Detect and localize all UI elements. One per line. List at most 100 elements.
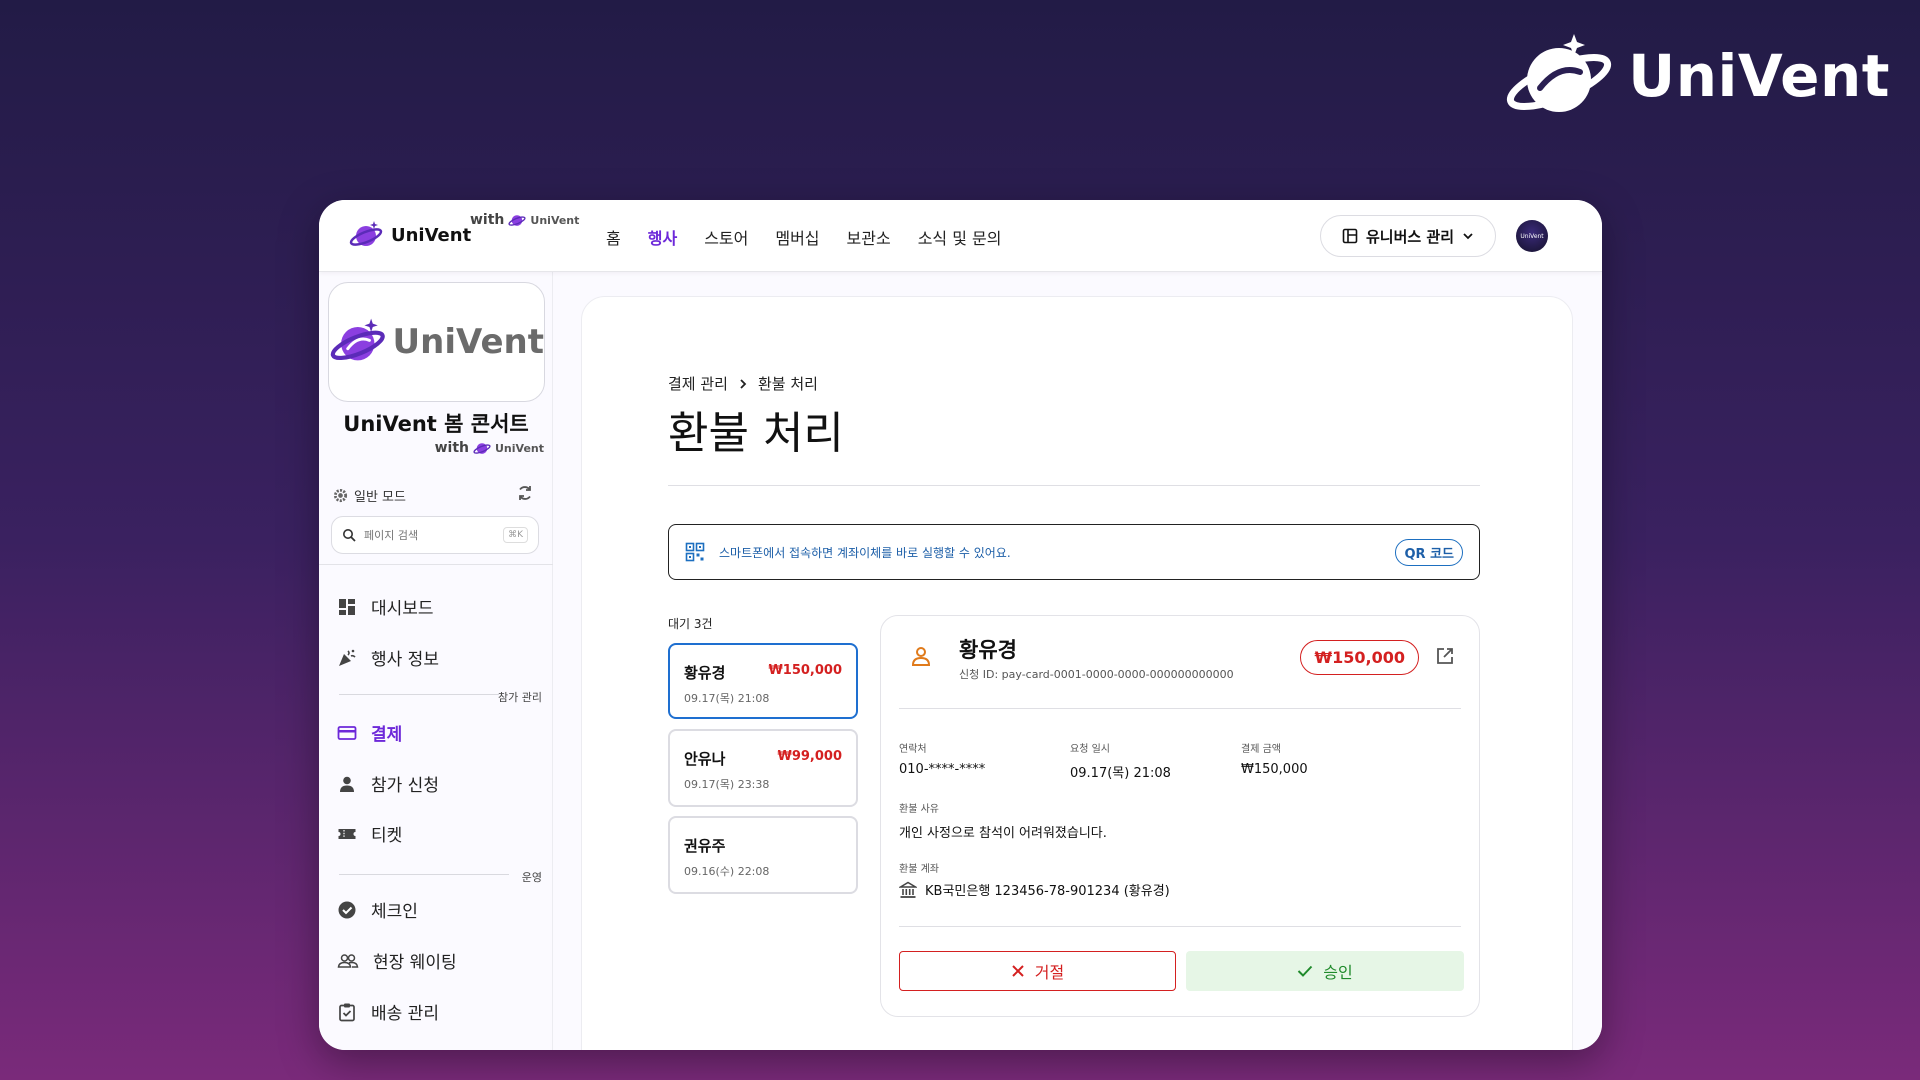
search-shortcut: ⌘K	[503, 527, 528, 543]
refresh-icon	[519, 486, 531, 500]
refund-request-item[interactable]: 권유주 09.16(수) 22:08	[668, 816, 858, 894]
credit-card-icon	[337, 725, 357, 740]
refund-request-item[interactable]: 황유경 ₩150,000 09.17(목) 21:08	[668, 643, 858, 719]
payment-amount-label: 결제 금액	[1241, 744, 1281, 755]
refund-account-value: KB국민은행 123456-78-901234 (황유경)	[925, 884, 1170, 899]
nav-archive[interactable]: 보관소	[847, 225, 891, 249]
nav-events[interactable]: 행사	[648, 225, 677, 249]
request-name: 황유경	[684, 664, 726, 682]
event-logo: UniVent	[328, 282, 545, 402]
approve-label: 승인	[1323, 963, 1353, 982]
contact-label: 연락처	[899, 744, 927, 755]
sidebar-item-ticket[interactable]: 티켓	[337, 821, 402, 846]
detail-divider	[899, 708, 1461, 709]
refund-reason-value: 개인 사정으로 참석이 어려워졌습니다.	[899, 826, 1107, 841]
sidebar-item-dashboard[interactable]: 대시보드	[337, 594, 434, 619]
page-title: 환불 처리	[668, 408, 844, 459]
check-circle-icon	[338, 901, 356, 918]
nav-home[interactable]: 홈	[606, 225, 621, 249]
planet-logo-icon	[508, 215, 526, 226]
nav-store[interactable]: 스토어	[704, 225, 748, 249]
gear-icon	[333, 488, 348, 503]
banner-message: 스마트폰에서 접속하면 계좌이체를 바로 실행할 수 있어요.	[719, 545, 1011, 560]
sidebar-item-payment[interactable]: 결제	[337, 720, 402, 745]
sidebar-item-registration[interactable]: 참가 신청	[337, 771, 439, 796]
planet-logo-icon	[1507, 34, 1612, 112]
planet-logo-icon	[473, 443, 491, 454]
user-avatar[interactable]: UniVent	[1516, 220, 1548, 252]
page-search-input[interactable]	[364, 528, 484, 542]
request-name: 안유나	[684, 750, 726, 768]
reject-label: 거절	[1034, 963, 1065, 982]
with-label: with	[434, 440, 469, 456]
brand-corner-logo: UniVent	[1504, 30, 1890, 122]
qr-code-button[interactable]: QR 코드	[1395, 538, 1463, 566]
mode-toggle[interactable]: 일반 모드	[333, 486, 406, 505]
group-icon	[337, 953, 359, 968]
qr-code-icon	[685, 542, 705, 562]
request-time-label: 요청 일시	[1070, 744, 1110, 755]
request-date: 09.16(수) 22:08	[684, 865, 770, 878]
payment-amount-value: ₩150,000	[1241, 762, 1308, 777]
chevron-down-icon	[1463, 233, 1473, 240]
planet-logo-icon	[330, 318, 385, 361]
event-with-brand: with UniVent	[435, 440, 544, 456]
search-icon	[343, 529, 356, 542]
layout-icon	[1342, 228, 1358, 244]
group-label-participation: 참가 관리	[498, 691, 542, 704]
detail-divider	[899, 926, 1461, 927]
check-icon	[1298, 965, 1313, 977]
close-icon	[1012, 965, 1024, 977]
page-search[interactable]: ⌘K	[331, 516, 539, 554]
nav-news[interactable]: 소식 및 문의	[918, 225, 1002, 249]
refund-request-item[interactable]: 안유나 ₩99,000 09.17(목) 23:38	[668, 729, 858, 807]
group-divider	[339, 694, 499, 695]
request-name: 권유주	[684, 837, 726, 855]
group-divider	[339, 874, 509, 875]
main-content: 결제 관리 환불 처리 환불 처리 스마트폰에서 접속하면 계좌이체를 바로 실…	[553, 272, 1602, 1050]
requester-name: 황유경	[959, 638, 1017, 662]
avatar-text: UniVent	[1520, 232, 1544, 240]
reject-button[interactable]: 거절	[899, 951, 1176, 991]
refresh-button[interactable]	[516, 484, 534, 506]
sidebar-item-label: 체크인	[371, 902, 418, 922]
request-id: 신청 ID: pay-card-0001-0000-0000-000000000…	[959, 668, 1234, 681]
nav-membership[interactable]: 멤버십	[775, 225, 819, 249]
top-navigation-bar: UniVent with UniVent 홈 행사 스토어 멤버십 보관소 소식…	[319, 200, 1602, 272]
open-external-button[interactable]	[1435, 646, 1455, 670]
sidebar-item-checkin[interactable]: 체크인	[337, 897, 418, 922]
approve-button[interactable]: 승인	[1186, 951, 1464, 991]
bank-icon	[899, 881, 917, 898]
sidebar-item-event-info[interactable]: 행사 정보	[337, 645, 439, 670]
planet-logo-icon	[349, 221, 383, 246]
sidebar-item-label: 결제	[371, 725, 403, 745]
breadcrumb-refund: 환불 처리	[757, 375, 818, 393]
waiting-count: 대기 3건	[668, 617, 713, 631]
breadcrumb-payment[interactable]: 결제 관리	[668, 373, 728, 394]
main-nav: 홈 행사 스토어 멤버십 보관소 소식 및 문의	[606, 225, 1001, 249]
group-label-operation: 운영	[521, 871, 542, 884]
app-window: UniVent with UniVent 홈 행사 스토어 멤버십 보관소 소식…	[319, 200, 1602, 1050]
universe-admin-label: 유니버스 관리	[1365, 227, 1455, 246]
universe-admin-button[interactable]: 유니버스 관리	[1320, 215, 1496, 257]
refund-account-row: KB국민은행 123456-78-901234 (황유경)	[899, 880, 1170, 899]
sidebar-divider	[319, 564, 553, 565]
breadcrumb: 결제 관리 환불 처리	[668, 373, 818, 394]
external-link-icon	[1437, 648, 1453, 664]
with-brand-name: UniVent	[530, 213, 580, 227]
person-icon	[340, 776, 354, 792]
sidebar-item-label: 행사 정보	[371, 650, 439, 670]
header-logo[interactable]: UniVent	[349, 220, 471, 250]
request-date: 09.17(목) 21:08	[684, 692, 770, 705]
request-time-value: 09.17(목) 21:08	[1070, 766, 1171, 781]
with-brand-tag: with UniVent	[470, 212, 579, 228]
sidebar-item-delivery[interactable]: 배송 관리	[337, 999, 439, 1024]
header-logo-text: UniVent	[391, 224, 472, 246]
refund-amount-badge: ₩150,000	[1300, 640, 1419, 675]
clipboard-icon	[339, 1003, 355, 1021]
with-label: with	[470, 212, 505, 228]
contact-value: 010-****-****	[899, 762, 986, 777]
ticket-icon	[338, 828, 356, 839]
sidebar-item-waiting[interactable]: 현장 웨이팅	[337, 948, 457, 973]
refund-detail-panel: 황유경 신청 ID: pay-card-0001-0000-0000-00000…	[880, 615, 1480, 1017]
